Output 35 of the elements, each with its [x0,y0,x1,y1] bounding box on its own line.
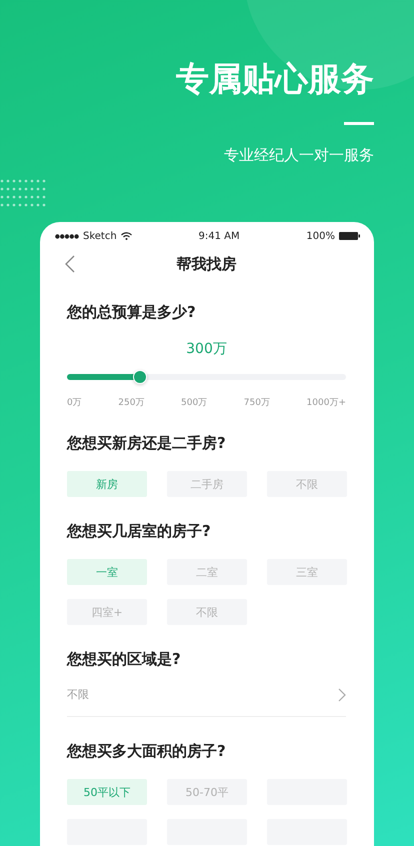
status-time: 9:41 AM [198,230,241,242]
battery-icon [339,232,360,240]
dot-grid-drawing [0,179,46,209]
option-button[interactable]: 不限 [267,471,347,497]
option-button[interactable]: 三室 [267,559,347,585]
option-button[interactable]: 二手房 [167,471,247,497]
option-button[interactable]: 50-70平 [167,779,247,805]
option-button[interactable]: 50平以下 [67,779,147,805]
question-label: 您想买新房还是二手房? [67,433,227,453]
option-button[interactable]: 一室 [67,559,147,585]
question-label: 您想买几居室的房子? [67,521,212,541]
option-button[interactable]: 新房 [67,471,147,497]
subtitle: 专业经纪人一对一服务 [224,145,374,165]
slider-thumb[interactable] [132,370,147,384]
wifi-icon [120,232,132,240]
signal-icon [55,234,79,238]
tick-label: 1000万+ [306,397,346,409]
question-label: 您想买多大面积的房子? [67,741,227,761]
battery-label: 100% [306,230,335,242]
carrier-label: Sketch [83,230,117,242]
back-icon[interactable] [65,255,75,273]
chevron-right-icon[interactable] [338,688,346,702]
tick-label: 500万 [181,397,208,409]
option-button[interactable]: 二室 [167,559,247,585]
option-button[interactable]: 不限 [167,599,247,625]
option-button[interactable]: 四室+ [67,599,147,625]
page-title: 帮我找房 [176,254,236,274]
tick-label: 750万 [244,397,270,409]
area-value[interactable]: 不限 [67,687,89,702]
budget-value: 300万 [185,340,228,358]
question-label: 您的总预算是多少? [67,302,197,322]
tick-label: 0万 [67,397,82,409]
question-label: 您想买的区域是? [67,649,182,669]
tick-label: 250万 [118,397,144,409]
headline: 专属贴心服务 [176,58,374,100]
